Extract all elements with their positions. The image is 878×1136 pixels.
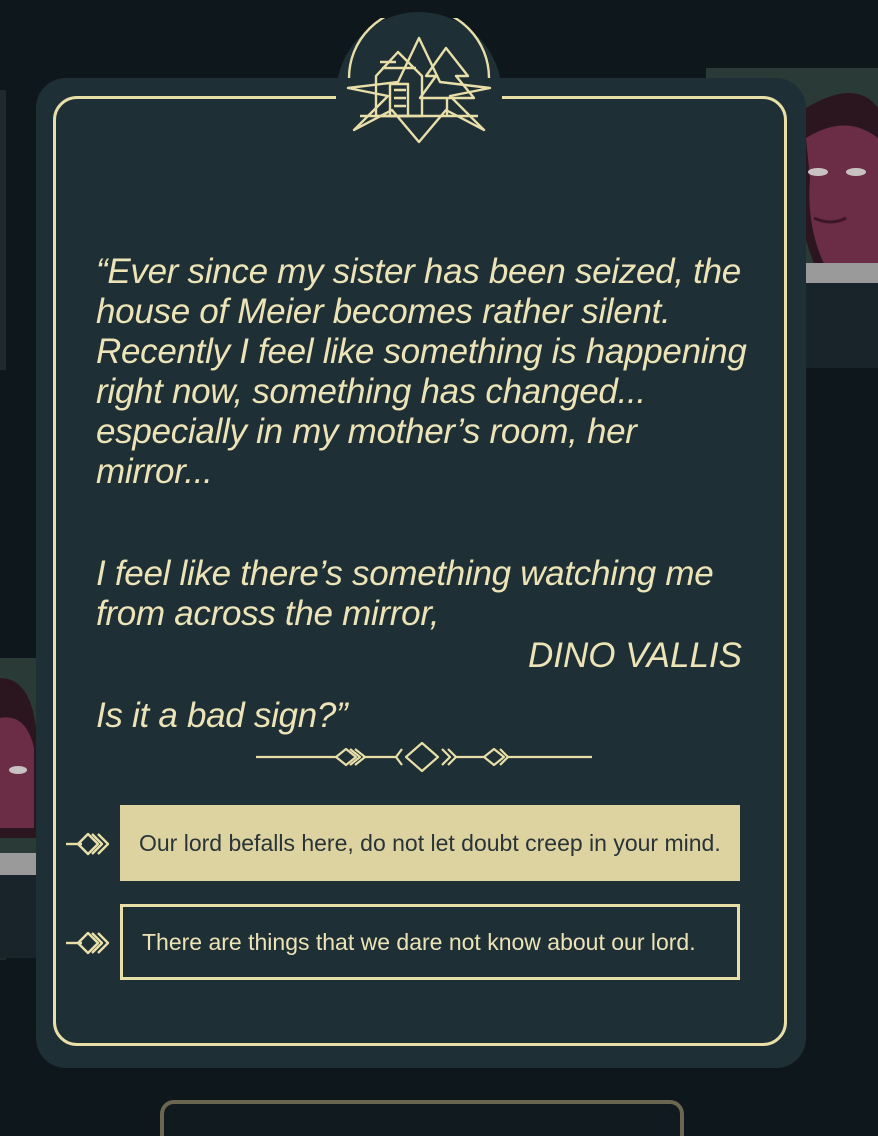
quote-paragraph: “Ever since my sister has been seized, t… [96, 252, 747, 491]
background-character-portrait [0, 658, 40, 958]
background-strip [0, 90, 6, 370]
choice-arrow-icon [66, 832, 110, 856]
dialog-choice[interactable]: There are things that we dare not know a… [64, 904, 740, 980]
choice-button[interactable]: There are things that we dare not know a… [120, 904, 740, 980]
speaker-name: DINO VALLIS [528, 636, 742, 675]
choice-arrow-icon [66, 931, 110, 955]
dialog-quote: “Ever since my sister has been seized, t… [96, 212, 756, 798]
quote-paragraph: Is it a bad sign?” [96, 696, 348, 735]
choice-button-selected[interactable]: Our lord befalls here, do not let doubt … [120, 805, 740, 881]
house-tree-crest-icon [346, 18, 492, 144]
dialog-choice[interactable]: Our lord befalls here, do not let doubt … [64, 805, 740, 881]
ornamental-divider-icon [256, 741, 592, 773]
background-panel [160, 1100, 684, 1136]
quote-paragraph: I feel like there’s something watching m… [96, 554, 714, 633]
game-screen: “Ever since my sister has been seized, t… [0, 0, 878, 1136]
